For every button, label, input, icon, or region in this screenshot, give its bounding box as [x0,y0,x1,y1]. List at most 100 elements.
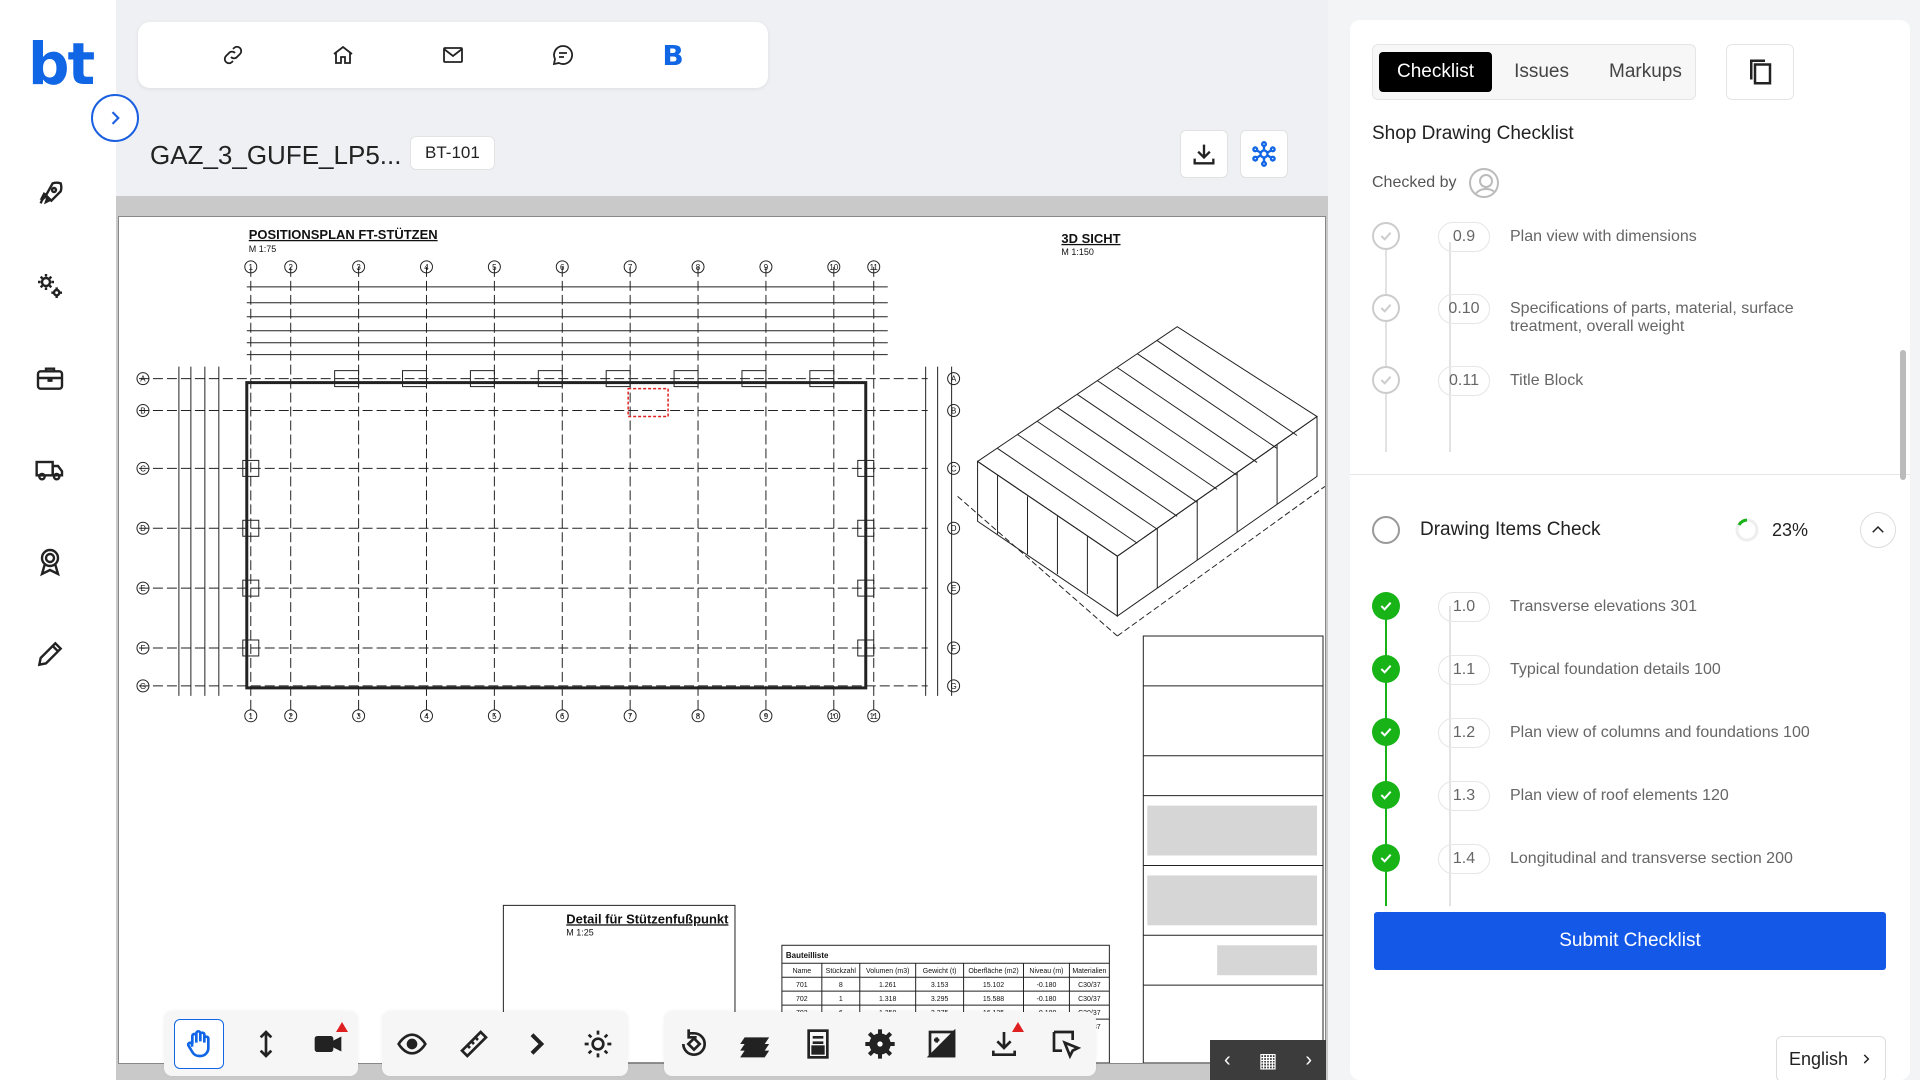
select-icon[interactable] [1046,1024,1086,1064]
grid-column-label: 1 [249,712,254,721]
collapse-group-button[interactable] [1860,512,1896,548]
list-item[interactable]: 1.4 Longitudinal and transverse section … [1372,844,1892,874]
tab-markups[interactable]: Markups [1591,52,1700,92]
check-circle-icon[interactable] [1372,222,1400,250]
list-item[interactable]: 1.2 Plan view of columns and foundations… [1372,718,1892,748]
document-title: GAZ_3_GUFE_LP5... [150,140,402,170]
grid-column-label: 4 [424,712,429,721]
grid-row-label: E [951,584,956,593]
list-item[interactable]: 1.3 Plan view of roof elements 120 [1372,781,1892,811]
gear-icon[interactable] [860,1024,900,1064]
copy-icon [1750,59,1772,85]
grid-column-label: 3 [356,263,361,272]
language-label: English [1789,1048,1849,1069]
network-icon [1252,141,1276,167]
briefcase-icon[interactable] [30,358,70,398]
grid-row-label: C [140,464,146,473]
item-label: Plan view of columns and foundations 100 [1510,724,1810,741]
copy-button[interactable] [1726,44,1794,100]
link-icon[interactable] [218,40,248,70]
move-vertical-icon[interactable] [246,1024,286,1064]
layers-icon[interactable] [736,1024,776,1064]
list-item[interactable]: 0.11 Title Block [1372,366,1892,396]
table-cell: 1.318 [879,996,897,1003]
panel-scrollbar[interactable] [1900,350,1906,480]
toolbar-navigation-group [164,1012,358,1076]
check-circle-icon[interactable] [1372,718,1400,746]
tab-issues[interactable]: Issues [1496,52,1587,92]
grid-row-label: G [951,682,957,691]
grid-row-label: A [140,375,146,384]
grid-column-label: 8 [696,712,701,721]
mail-icon[interactable] [438,40,468,70]
hand-icon[interactable] [174,1019,224,1069]
grid-row-label: F [141,644,146,653]
grid-column-label: 5 [492,263,497,272]
previous-page-icon[interactable]: ‹ [1224,1049,1231,1072]
list-item[interactable]: 0.10 Specifications of parts, material, … [1372,294,1892,336]
download-icon[interactable] [984,1022,1024,1064]
award-icon[interactable] [30,542,70,582]
chevron-right-icon [111,111,120,125]
network-view-button[interactable] [1240,130,1288,178]
grid-row-label: B [140,407,145,416]
sheet-icon[interactable] [798,1024,838,1064]
settings-tool-icon[interactable] [578,1024,618,1064]
checklist-panel: Checklist Issues Markups Shop Drawing Ch… [1350,20,1910,1080]
home-icon[interactable] [328,40,358,70]
submit-checklist-button[interactable]: Submit Checklist [1374,912,1886,970]
check-circle-icon[interactable] [1372,294,1400,322]
chat-icon[interactable] [548,40,578,70]
rotate-icon[interactable] [674,1024,714,1064]
grid-row-label: A [951,375,957,384]
tab-checklist[interactable]: Checklist [1379,52,1493,92]
drawing-items-group-header[interactable]: Drawing Items Check 23% [1372,510,1896,550]
plan-scale: M 1:75 [249,244,276,254]
language-selector[interactable]: English [1776,1036,1886,1080]
list-item[interactable]: 0.9 Plan view with dimensions [1372,222,1892,252]
item-number: 1.2 [1438,718,1490,748]
video-icon[interactable] [308,1022,348,1064]
pencil-icon[interactable] [30,634,70,674]
check-circle-icon[interactable] [1372,844,1400,872]
plan-title: POSITIONSPLAN FT-STÜTZEN [249,227,438,242]
grid-column-label: 9 [764,712,769,721]
table-cell: 3.295 [931,996,949,1003]
avatar[interactable] [1468,168,1499,198]
drawing-viewer[interactable]: POSITIONSPLAN FT-STÜTZEN M 1:75 3D SICHT… [116,196,1328,1080]
rocket-icon[interactable] [30,174,70,214]
contrast-icon[interactable] [922,1024,962,1064]
check-circle-icon[interactable] [1372,366,1400,394]
detail-title: Detail für Stützenfußpunkt [566,911,729,926]
chevron-right-icon[interactable] [516,1024,556,1064]
eye-icon[interactable] [392,1024,432,1064]
grid-view-icon[interactable]: ▦ [1259,1048,1278,1073]
item-number: 1.0 [1438,592,1490,622]
app-logo[interactable]: bt [28,30,95,98]
checked-by: Checked by [1372,168,1499,198]
check-circle-icon[interactable] [1372,592,1400,620]
b-icon[interactable]: B [658,39,688,72]
gears-icon[interactable] [30,266,70,306]
truck-icon[interactable] [30,450,70,490]
group-title: Drawing Items Check [1420,519,1601,540]
table-header: Name [793,968,812,975]
group-check-circle-icon[interactable] [1372,516,1400,544]
grid-column-label: 4 [424,263,429,272]
progress-percent: 23% [1772,519,1809,540]
grid-row-label: C [951,464,957,473]
grid-row-label: D [951,524,957,533]
check-circle-icon[interactable] [1372,781,1400,809]
table-header: Oberfläche (m2) [968,968,1018,975]
check-circle-icon[interactable] [1372,655,1400,683]
next-page-icon[interactable]: › [1305,1049,1312,1072]
left-sidebar: bt [0,0,116,1080]
expand-sidebar-button[interactable] [91,94,139,142]
table-header: Materialien [1072,968,1106,975]
list-item[interactable]: 1.1 Typical foundation details 100 [1372,655,1892,685]
ruler-icon[interactable] [454,1024,494,1064]
drawing-sheet[interactable]: POSITIONSPLAN FT-STÜTZEN M 1:75 3D SICHT… [118,216,1326,1064]
grid-column-label: 6 [560,263,565,272]
list-item[interactable]: 1.0 Transverse elevations 301 [1372,592,1892,622]
download-button[interactable] [1180,130,1228,178]
